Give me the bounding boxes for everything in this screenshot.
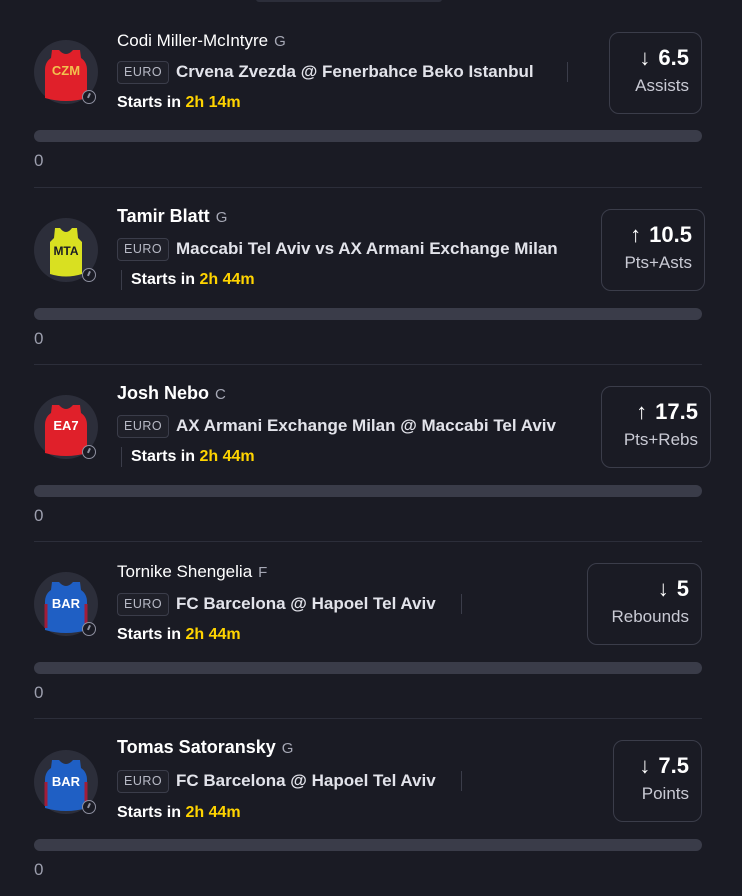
player-avatar: MTA (34, 218, 98, 282)
start-time: Starts in 2h 44m (117, 626, 241, 643)
pick-card[interactable]: BAR Tornike Shengelia F EURO FC Barcelona… (34, 542, 702, 719)
prop-stat-label: Points (641, 784, 689, 803)
pick-card[interactable]: CZM Codi Miller-McIntyre G EURO Crvena Zv… (34, 0, 702, 188)
divider (567, 62, 568, 82)
progress-bar (34, 662, 702, 674)
progress-count: 0 (34, 860, 44, 879)
progress-count: 0 (34, 329, 44, 348)
player-avatar: BAR (34, 572, 98, 636)
player-avatar: EA7 (34, 395, 98, 459)
clock-icon (82, 622, 96, 636)
divider (121, 270, 122, 290)
svg-text:MTA: MTA (53, 244, 78, 258)
player-name: Codi Miller-McIntyre G (117, 31, 286, 50)
progress-bar (34, 485, 702, 497)
league-badge: EURO (117, 238, 170, 261)
progress-count: 0 (34, 151, 44, 170)
league-badge: EURO (117, 593, 170, 616)
divider (461, 594, 462, 614)
player-position: F (258, 564, 268, 581)
svg-text:BAR: BAR (52, 774, 81, 789)
matchup-text: FC Barcelona @ Hapoel Tel Aviv (176, 771, 436, 790)
player-avatar: BAR (34, 750, 98, 814)
matchup-text: Crvena Zvezda @ Fenerbahce Beko Istanbul (176, 62, 534, 81)
prop-line-value: ↓ 7.5 (639, 753, 689, 778)
prop-stat-label: Rebounds (611, 607, 689, 626)
player-position: G (281, 740, 294, 757)
matchup-text: FC Barcelona @ Hapoel Tel Aviv (176, 594, 436, 613)
league-badge: EURO (117, 61, 170, 84)
prop-line-value: ↑ 10.5 (630, 222, 692, 247)
progress-bar (34, 130, 702, 142)
start-time: Starts in 2h 14m (117, 94, 241, 111)
player-name: Tomas Satoransky G (117, 737, 294, 757)
arrow-down-icon: ↓ (639, 45, 651, 70)
divider (121, 447, 122, 467)
svg-text:EA7: EA7 (53, 418, 78, 433)
start-time: Starts in 2h 44m (117, 804, 241, 821)
pick-card[interactable]: BAR Tomas Satoransky G EURO FC Barcelona … (34, 719, 702, 896)
prop-line-value: ↓ 6.5 (639, 45, 689, 70)
prop-line-button[interactable]: ↓ 7.5 Points (613, 740, 702, 822)
progress-count: 0 (34, 683, 44, 702)
prop-stat-label: Assists (635, 76, 689, 95)
matchup-text: AX Armani Exchange Milan @ Maccabi Tel A… (176, 416, 556, 435)
divider (461, 771, 462, 791)
progress-bar (34, 308, 702, 320)
prop-line-value: ↓ 5 (657, 576, 689, 601)
prop-line-button[interactable]: ↓ 5 Rebounds (587, 563, 702, 645)
clock-icon (82, 800, 96, 814)
pick-card[interactable]: MTA Tamir Blatt G EURO Maccabi Tel Aviv v… (34, 188, 705, 365)
clock-icon (82, 445, 96, 459)
player-position: G (215, 209, 228, 226)
prop-line-button[interactable]: ↓ 6.5 Assists (609, 32, 702, 114)
clock-icon (82, 90, 96, 104)
progress-bar (34, 839, 702, 851)
player-name: Josh Nebo C (117, 383, 226, 403)
player-position: G (274, 33, 286, 50)
arrow-down-icon: ↓ (657, 576, 669, 601)
prop-stat-label: Pts+Asts (624, 253, 692, 272)
arrow-up-icon: ↑ (636, 399, 648, 424)
svg-text:BAR: BAR (52, 596, 81, 611)
clock-icon (82, 268, 96, 282)
prop-stat-label: Pts+Rebs (623, 430, 698, 449)
matchup-text: Maccabi Tel Aviv vs AX Armani Exchange M… (176, 239, 558, 258)
arrow-up-icon: ↑ (630, 222, 642, 247)
prop-line-value: ↑ 17.5 (636, 399, 698, 424)
arrow-down-icon: ↓ (639, 753, 651, 778)
player-name: Tornike Shengelia F (117, 562, 268, 581)
start-time: Starts in 2h 44m (131, 448, 255, 465)
player-position: C (215, 386, 226, 403)
league-badge: EURO (117, 770, 170, 793)
start-time: Starts in 2h 44m (131, 271, 255, 288)
prop-line-button[interactable]: ↑ 10.5 Pts+Asts (601, 209, 705, 291)
progress-count: 0 (34, 506, 44, 525)
league-badge: EURO (117, 415, 170, 438)
player-name: Tamir Blatt G (117, 206, 228, 226)
pick-card[interactable]: EA7 Josh Nebo C EURO AX Armani Exchange M… (34, 365, 711, 542)
prop-line-button[interactable]: ↑ 17.5 Pts+Rebs (601, 386, 711, 468)
svg-text:CZM: CZM (52, 63, 80, 78)
player-avatar: CZM (34, 40, 98, 104)
